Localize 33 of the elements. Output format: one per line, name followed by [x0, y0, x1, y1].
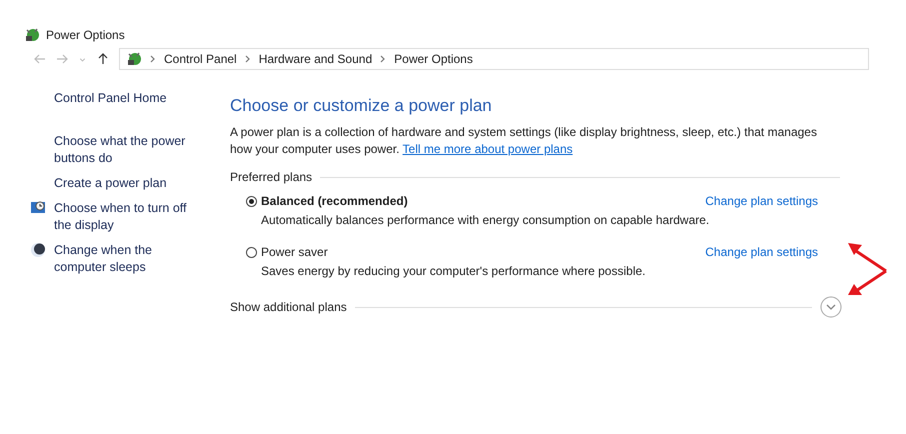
breadcrumb-item[interactable]: Control Panel — [164, 52, 237, 66]
chevron-icon — [380, 55, 386, 63]
sidebar-link[interactable]: Control Panel Home — [54, 90, 204, 107]
address-bar[interactable]: Control Panel Hardware and Sound Power Options — [119, 48, 869, 70]
page-heading: Choose or customize a power plan — [230, 96, 493, 116]
intro-text: A power plan is a collection of hardware and system settings (like display brightness, sleep, etc.) that manages how your computer uses power. Tell me more about power plans — [230, 124, 818, 158]
chevron-icon — [150, 55, 156, 63]
group-label: Preferred plans — [230, 170, 312, 184]
breadcrumb-item[interactable]: Power Options — [394, 52, 473, 66]
sidebar-link[interactable]: Change when the computer sleeps — [54, 242, 204, 276]
moon-icon — [30, 242, 46, 258]
back-icon[interactable] — [34, 53, 46, 65]
change-settings-link[interactable]: Change plan settings — [705, 194, 818, 208]
plan-description: Automatically balances performance with energy consumption on capable hardware. — [260, 213, 710, 227]
sidebar-link[interactable]: Choose when to turn off the display — [54, 200, 204, 234]
help-link[interactable]: Tell me more about power plans — [402, 142, 573, 156]
plan-radio[interactable]: Balanced (recommended) — [246, 194, 408, 208]
forward-icon[interactable] — [56, 53, 68, 65]
power-options-icon — [24, 27, 40, 43]
window-title: Power Options — [46, 28, 125, 42]
monitor-clock-icon — [30, 200, 46, 216]
up-icon[interactable] — [97, 53, 109, 65]
annotation-arrows-drawing — [848, 243, 888, 295]
change-settings-link[interactable]: Change plan settings — [705, 245, 818, 259]
breadcrumb-item[interactable]: Hardware and Sound — [258, 52, 372, 66]
plan-radio[interactable]: Power saver — [246, 245, 328, 259]
expand-icon[interactable] — [820, 296, 842, 318]
sidebar-link[interactable]: Choose what the power buttons do — [54, 133, 204, 167]
expander-label[interactable]: Show additional plans — [230, 300, 347, 314]
chevron-icon — [244, 55, 251, 63]
plan-description: Saves energy by reducing your computer's performance where possible. — [260, 264, 646, 278]
sidebar-link[interactable]: Create a power plan — [54, 175, 204, 192]
power-options-icon — [126, 51, 142, 67]
